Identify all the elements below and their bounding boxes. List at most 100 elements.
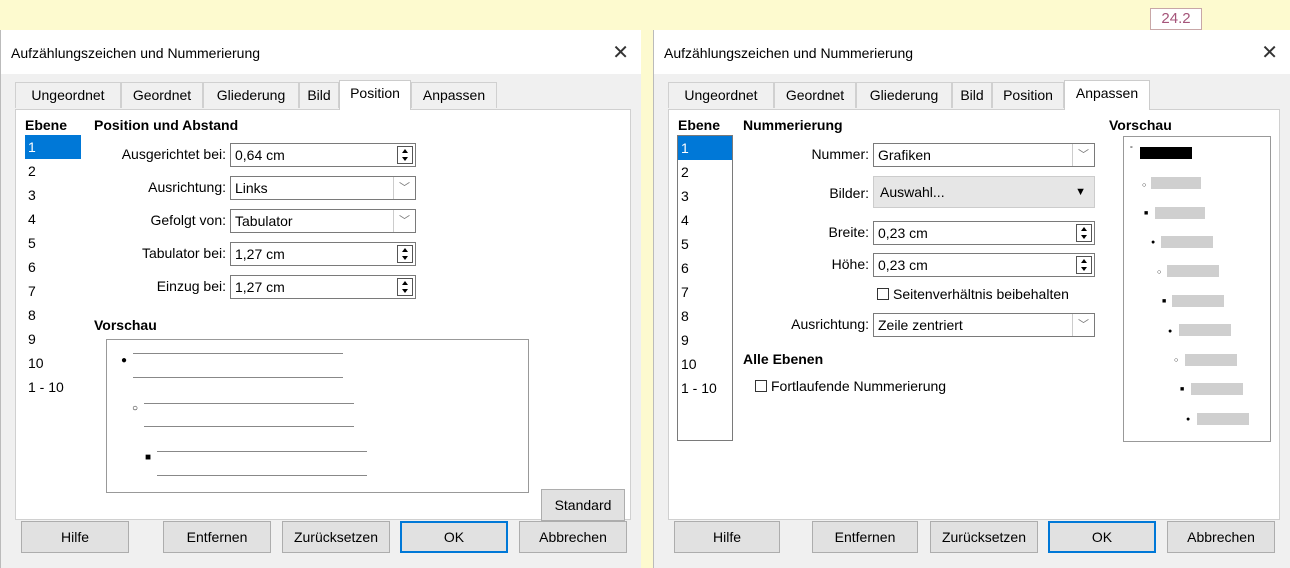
bullet-circle-icon: ○ [132, 403, 139, 414]
tab-customize[interactable]: Anpassen [411, 82, 497, 108]
cancel-button[interactable]: Abbrechen [519, 521, 627, 553]
chevron-down-icon[interactable]: ﹀ [393, 177, 415, 199]
list-item[interactable]: 3 [25, 183, 81, 207]
spin-buttons[interactable] [1076, 256, 1092, 274]
tab-outline[interactable]: Gliederung [203, 82, 299, 108]
list-item[interactable]: 4 [678, 208, 732, 232]
bullet-dot-icon: ● [121, 355, 128, 366]
level-list[interactable]: 1 2 3 4 5 6 7 8 9 10 1 - 10 [25, 135, 81, 518]
list-item[interactable]: 6 [25, 255, 81, 279]
tab-customize[interactable]: Anpassen [1064, 80, 1150, 110]
chevron-down-icon[interactable]: ﹀ [393, 210, 415, 232]
tab-outline[interactable]: Gliederung [856, 82, 952, 108]
dialog-title: Aufzählungszeichen und Nummerierung [664, 45, 914, 61]
alignment-value: Zeile zentriert [878, 317, 963, 333]
tab-unordered[interactable]: Ungeordnet [15, 82, 121, 108]
list-item[interactable]: 8 [25, 303, 81, 327]
all-levels-title: Alle Ebenen [743, 351, 824, 367]
preview-line [1140, 147, 1192, 159]
list-item[interactable]: 2 [678, 160, 732, 184]
spin-buttons[interactable] [1076, 224, 1092, 242]
preview-line [1151, 177, 1201, 189]
ok-button[interactable]: OK [400, 521, 508, 553]
bullet-dot-icon: ● [1186, 416, 1191, 423]
remove-button[interactable]: Entfernen [163, 521, 271, 553]
keep-ratio-checkbox[interactable]: Seitenverhältnis beibehalten [877, 286, 1069, 302]
indent-field[interactable]: 1,27 cm [230, 275, 416, 299]
close-icon[interactable]: ✕ [612, 40, 629, 65]
cancel-button[interactable]: Abbrechen [1167, 521, 1275, 553]
list-item[interactable]: 9 [25, 327, 81, 351]
list-item[interactable]: 10 [25, 351, 81, 375]
chevron-down-icon[interactable]: ﹀ [1072, 144, 1094, 166]
list-item[interactable]: 9 [678, 328, 732, 352]
level-list[interactable]: 1 2 3 4 5 6 7 8 9 10 1 - 10 [677, 135, 733, 441]
level-header: Ebene [678, 117, 721, 133]
spin-buttons[interactable] [397, 278, 413, 296]
preview-line [1185, 354, 1237, 366]
help-button[interactable]: Hilfe [674, 521, 780, 553]
preview-line [144, 403, 354, 404]
keep-ratio-label: Seitenverhältnis beibehalten [893, 286, 1069, 302]
list-item[interactable]: 3 [678, 184, 732, 208]
tab-ordered[interactable]: Geordnet [121, 82, 203, 108]
aligned-at-field[interactable]: 0,64 cm [230, 143, 416, 167]
checkbox-box[interactable] [877, 288, 889, 300]
list-item[interactable]: 8 [678, 304, 732, 328]
default-button[interactable]: Standard [541, 489, 625, 521]
alignment-label: Ausrichtung: [791, 316, 869, 332]
spin-buttons[interactable] [397, 146, 413, 164]
tab-ordered[interactable]: Geordnet [774, 82, 856, 108]
chevron-down-icon[interactable]: ﹀ [1072, 314, 1094, 336]
list-item[interactable]: 7 [678, 280, 732, 304]
preview-title: Vorschau [94, 317, 157, 333]
continuous-numbering-checkbox[interactable]: Fortlaufende Nummerierung [755, 378, 946, 394]
images-label: Bilder: [829, 185, 869, 201]
list-item[interactable]: 6 [678, 256, 732, 280]
tab-image[interactable]: Bild [952, 82, 992, 108]
bullet-square-icon: ■ [1162, 298, 1167, 305]
bullet-dot-icon: ● [1151, 239, 1156, 246]
close-icon[interactable]: ✕ [1261, 40, 1278, 65]
number-select[interactable]: Grafiken ﹀ [873, 143, 1095, 167]
alignment-select[interactable]: Links ﹀ [230, 176, 416, 200]
reset-button[interactable]: Zurücksetzen [930, 521, 1038, 553]
preview-line [133, 377, 343, 378]
list-item[interactable]: 1 [678, 136, 732, 160]
indent-value: 1,27 cm [235, 279, 285, 295]
bullet-circle-icon: ° [1130, 146, 1133, 153]
alignment-select[interactable]: Zeile zentriert ﹀ [873, 313, 1095, 337]
list-item[interactable]: 1 - 10 [678, 376, 732, 400]
ok-button[interactable]: OK [1048, 521, 1156, 553]
spin-buttons[interactable] [397, 245, 413, 263]
width-field[interactable]: 0,23 cm [873, 221, 1095, 245]
images-dropdown[interactable]: Auswahl... ▼ [873, 176, 1095, 208]
bullet-square-icon: ■ [1180, 386, 1185, 393]
level-header: Ebene [25, 117, 68, 133]
list-item[interactable]: 4 [25, 207, 81, 231]
tab-position[interactable]: Position [992, 82, 1064, 108]
followed-by-select[interactable]: Tabulator ﹀ [230, 209, 416, 233]
list-item[interactable]: 10 [678, 352, 732, 376]
height-field[interactable]: 0,23 cm [873, 253, 1095, 277]
tab-position[interactable]: Position [339, 80, 411, 110]
list-item[interactable]: 1 - 10 [25, 375, 81, 399]
reset-button[interactable]: Zurücksetzen [282, 521, 390, 553]
tab-image[interactable]: Bild [299, 82, 339, 108]
list-item[interactable]: 5 [678, 232, 732, 256]
help-button[interactable]: Hilfe [21, 521, 129, 553]
remove-button[interactable]: Entfernen [812, 521, 918, 553]
tab-unordered[interactable]: Ungeordnet [668, 82, 774, 108]
list-item[interactable]: 7 [25, 279, 81, 303]
list-item[interactable]: 1 [25, 135, 81, 159]
list-item[interactable]: 2 [25, 159, 81, 183]
checkbox-box[interactable] [755, 380, 767, 392]
section-title: Position und Abstand [94, 117, 239, 133]
list-item[interactable]: 5 [25, 231, 81, 255]
version-badge: 24.2 [1150, 8, 1202, 30]
tab-panel: Ebene 1 2 3 4 5 6 7 8 9 10 1 - 10 Nummer… [668, 109, 1280, 520]
caret-down-icon[interactable]: ▼ [1075, 177, 1086, 207]
preview-line [1161, 236, 1213, 248]
followed-by-value: Tabulator [235, 213, 293, 229]
tab-stop-field[interactable]: 1,27 cm [230, 242, 416, 266]
